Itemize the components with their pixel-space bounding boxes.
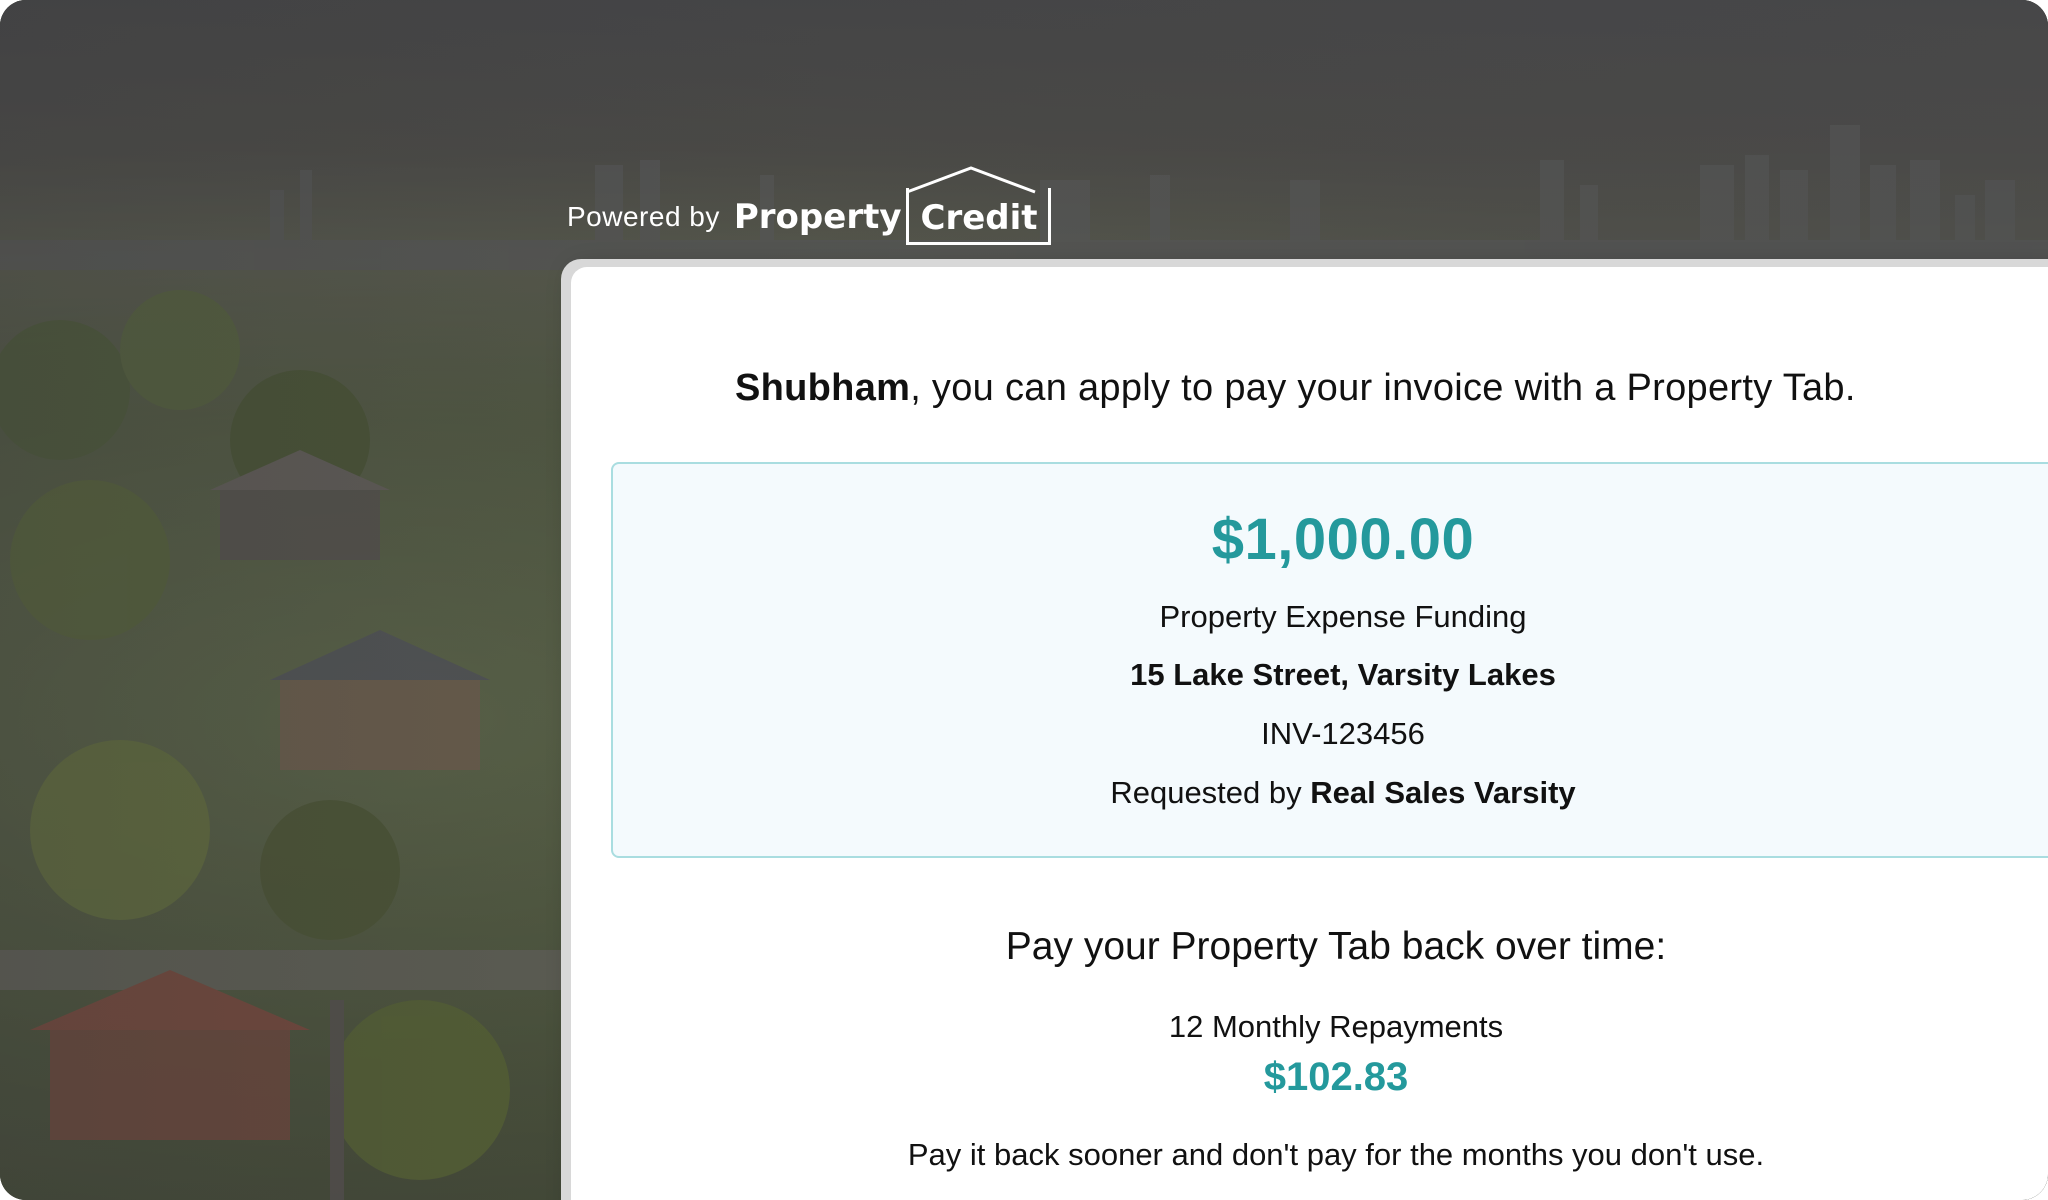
intro-text: , you can apply to pay your invoice with… xyxy=(910,367,1856,409)
powered-by-banner: Powered by Property Credit xyxy=(567,166,1051,245)
repayment-count: 12 Monthly Repayments xyxy=(1168,1009,1504,1044)
requester-name: Real Sales Varsity xyxy=(1310,775,1576,810)
invoice-amount: $1,000.00 xyxy=(1211,507,1475,572)
requested-by: Requested by Real Sales Varsity xyxy=(613,775,2048,811)
invoice-type: Property Expense Funding xyxy=(1159,599,1527,634)
invoice-summary-box: $1,000.00 Property Expense Funding 15 La… xyxy=(611,462,2048,858)
logo-word-property: Property xyxy=(733,196,902,237)
property-address: 15 Lake Street, Varsity Lakes xyxy=(1130,657,1556,692)
property-credit-logo[interactable]: Property Credit xyxy=(733,166,1051,245)
logo-house-frame: Credit xyxy=(905,166,1051,245)
repayment-amount: $102.83 xyxy=(1263,1055,1409,1099)
invoice-card: Shubham, you can apply to pay your invoi… xyxy=(571,267,2048,1200)
repayment-heading: Pay your Property Tab back over time: xyxy=(1005,925,1667,968)
house-roof-icon xyxy=(905,166,1036,194)
repayment-note: Pay it back sooner and don't pay for the… xyxy=(907,1137,1765,1172)
invoice-number: INV-123456 xyxy=(1261,716,1425,751)
powered-by-text: Powered by xyxy=(567,200,720,232)
logo-word-credit: Credit xyxy=(920,198,1038,238)
requested-by-label: Requested by xyxy=(1110,775,1311,810)
intro-message: Shubham, you can apply to pay your invoi… xyxy=(571,367,2048,410)
customer-name: Shubham xyxy=(735,367,911,409)
app-frame: Powered by Property Credit Shubham, you … xyxy=(0,0,2048,1200)
